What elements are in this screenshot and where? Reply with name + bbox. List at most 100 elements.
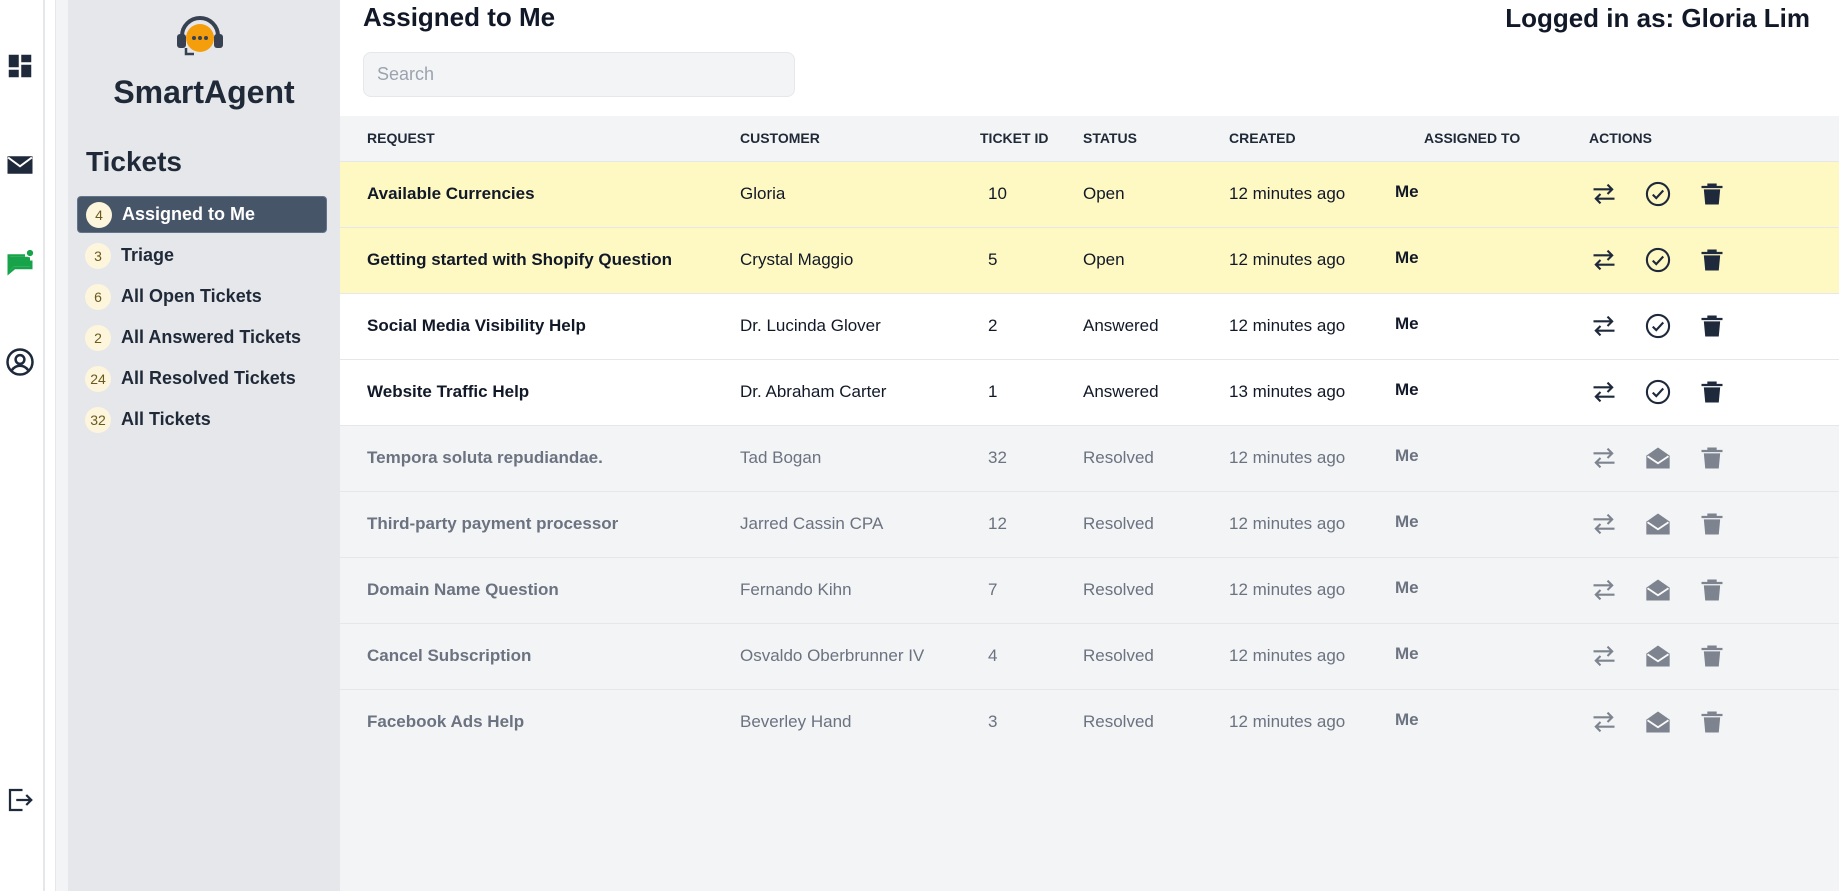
table-row[interactable]: Available Currencies Gloria 10 Open 12 minut… — [340, 161, 1839, 227]
ticket-assigned-to: Me — [1395, 181, 1419, 201]
trash-icon[interactable] — [1697, 311, 1727, 341]
trash-icon[interactable] — [1697, 245, 1727, 275]
ticket-assigned-to: Me — [1395, 577, 1419, 597]
nav-item-label: Triage — [121, 245, 175, 265]
reopen-envelope-icon[interactable] — [1643, 641, 1673, 671]
table-row[interactable]: Getting started with Shopify Question Cry… — [340, 227, 1839, 293]
nav-item-label: All Resolved Tickets — [121, 368, 296, 388]
column-header-assigned-to[interactable]: Assigned To — [1395, 116, 1577, 161]
ticket-request[interactable]: Social Media Visibility Help — [340, 293, 740, 359]
ticket-id: 4 — [988, 646, 998, 665]
ticket-id: 3 — [988, 712, 998, 732]
ticket-actions — [1577, 425, 1839, 491]
table-row[interactable]: Social Media Visibility Help Dr. Lucinda … — [340, 293, 1839, 359]
ticket-created: 12 minutes ago — [1229, 250, 1346, 269]
table-row[interactable]: Website Traffic Help Dr. Abraham Carter 1 A… — [340, 359, 1839, 425]
main-content: Assigned to Me Logged in as: Gloria Lim … — [340, 0, 1839, 891]
nav-item-triage[interactable]: 3 Triage — [77, 237, 327, 274]
nav-count-badge: 32 — [85, 406, 111, 433]
chat-notification-icon[interactable] — [2, 245, 38, 281]
ticket-created: 12 minutes ago — [1229, 316, 1346, 335]
reopen-envelope-icon[interactable] — [1643, 575, 1673, 605]
ticket-request[interactable]: Facebook Ads Help — [340, 689, 740, 755]
trash-icon[interactable] — [1697, 179, 1727, 209]
table-row[interactable]: Third-party payment processor Jarred Cass… — [340, 491, 1839, 557]
column-header-request[interactable]: Request — [340, 116, 740, 161]
search-input[interactable] — [363, 52, 795, 97]
ticket-actions — [1577, 161, 1839, 227]
table-row[interactable]: Facebook Ads Help Beverley Hand 3 Resolved 1… — [340, 689, 1839, 755]
reopen-envelope-icon[interactable] — [1643, 509, 1673, 539]
ticket-status: Resolved — [1083, 712, 1154, 732]
ticket-actions — [1577, 557, 1839, 623]
nav-count-badge: 6 — [85, 283, 111, 310]
brand-name: SmartAgent — [113, 74, 295, 110]
resolve-check-icon[interactable] — [1643, 245, 1673, 275]
reassign-icon[interactable] — [1589, 443, 1619, 473]
ticket-request[interactable]: Tempora soluta repudiandae. — [340, 425, 740, 491]
ticket-created: 12 minutes ago — [1229, 514, 1346, 533]
ticket-created: 12 minutes ago — [1229, 712, 1346, 732]
reopen-envelope-icon[interactable] — [1643, 443, 1673, 473]
table-row[interactable]: Cancel Subscription Osvaldo Oberbrunner I… — [340, 623, 1839, 689]
ticket-request[interactable]: Getting started with Shopify Question — [340, 227, 740, 293]
reopen-envelope-icon[interactable] — [1643, 707, 1673, 737]
reassign-icon[interactable] — [1589, 641, 1619, 671]
ticket-status: Resolved — [1083, 448, 1154, 467]
icon-rail — [0, 0, 56, 891]
user-circle-icon[interactable] — [2, 344, 38, 380]
reassign-icon[interactable] — [1589, 575, 1619, 605]
trash-icon[interactable] — [1697, 443, 1727, 473]
reassign-icon[interactable] — [1589, 245, 1619, 275]
trash-icon[interactable] — [1697, 575, 1727, 605]
ticket-request[interactable]: Domain Name Question — [340, 557, 740, 623]
trash-icon[interactable] — [1697, 509, 1727, 539]
ticket-request[interactable]: Website Traffic Help — [340, 359, 740, 425]
trash-icon[interactable] — [1697, 641, 1727, 671]
ticket-created: 12 minutes ago — [1229, 184, 1346, 203]
ticket-customer: Crystal Maggio — [740, 250, 854, 269]
ticket-created: 13 minutes ago — [1229, 382, 1346, 401]
mail-icon[interactable] — [2, 147, 38, 183]
ticket-status: Resolved — [1083, 580, 1154, 599]
trash-icon[interactable] — [1697, 707, 1727, 737]
ticket-customer: Gloria — [740, 184, 786, 203]
ticket-created: 12 minutes ago — [1229, 646, 1346, 665]
ticket-actions — [1577, 227, 1839, 293]
ticket-customer: Fernando Kihn — [740, 580, 852, 599]
nav-item-all-open-tickets[interactable]: 6 All Open Tickets — [77, 278, 327, 315]
logout-icon[interactable] — [2, 782, 38, 818]
nav-item-assigned-to-me[interactable]: 4 Assigned to Me — [77, 196, 327, 233]
column-header-status[interactable]: Status — [1083, 116, 1229, 161]
ticket-request[interactable]: Cancel Subscription — [340, 623, 740, 689]
table-row[interactable]: Domain Name Question Fernando Kihn 7 Resolv… — [340, 557, 1839, 623]
resolve-check-icon[interactable] — [1643, 179, 1673, 209]
nav-item-all-answered-tickets[interactable]: 2 All Answered Tickets — [77, 319, 327, 356]
resolve-check-icon[interactable] — [1643, 377, 1673, 407]
reassign-icon[interactable] — [1589, 377, 1619, 407]
reassign-icon[interactable] — [1589, 509, 1619, 539]
table-row[interactable]: Tempora soluta repudiandae. Tad Bogan 32 Re… — [340, 425, 1839, 491]
ticket-status: Resolved — [1083, 646, 1154, 665]
resolve-check-icon[interactable] — [1643, 311, 1673, 341]
column-header-created[interactable]: Created — [1229, 116, 1395, 161]
column-header-ticket-id[interactable]: Ticket ID — [980, 116, 1083, 161]
column-header-actions: Actions — [1589, 130, 1652, 147]
ticket-status: Answered — [1083, 316, 1159, 335]
nav-item-label: Assigned to Me — [122, 204, 256, 224]
nav-count-badge: 2 — [85, 324, 111, 351]
ticket-id: 12 — [988, 514, 1007, 533]
dashboard-icon[interactable] — [2, 48, 38, 84]
ticket-request[interactable]: Third-party payment processor — [340, 491, 740, 557]
nav-item-all-resolved-tickets[interactable]: 24 All Resolved Tickets — [77, 360, 327, 397]
column-header-customer[interactable]: Customer — [740, 116, 980, 161]
reassign-icon[interactable] — [1589, 707, 1619, 737]
trash-icon[interactable] — [1697, 377, 1727, 407]
reassign-icon[interactable] — [1589, 311, 1619, 341]
ticket-created: 12 minutes ago — [1229, 580, 1346, 599]
nav-item-all-tickets[interactable]: 32 All Tickets — [77, 401, 327, 438]
ticket-created: 12 minutes ago — [1229, 448, 1346, 467]
ticket-id: 1 — [988, 382, 998, 401]
ticket-request[interactable]: Available Currencies — [340, 161, 740, 227]
reassign-icon[interactable] — [1589, 179, 1619, 209]
